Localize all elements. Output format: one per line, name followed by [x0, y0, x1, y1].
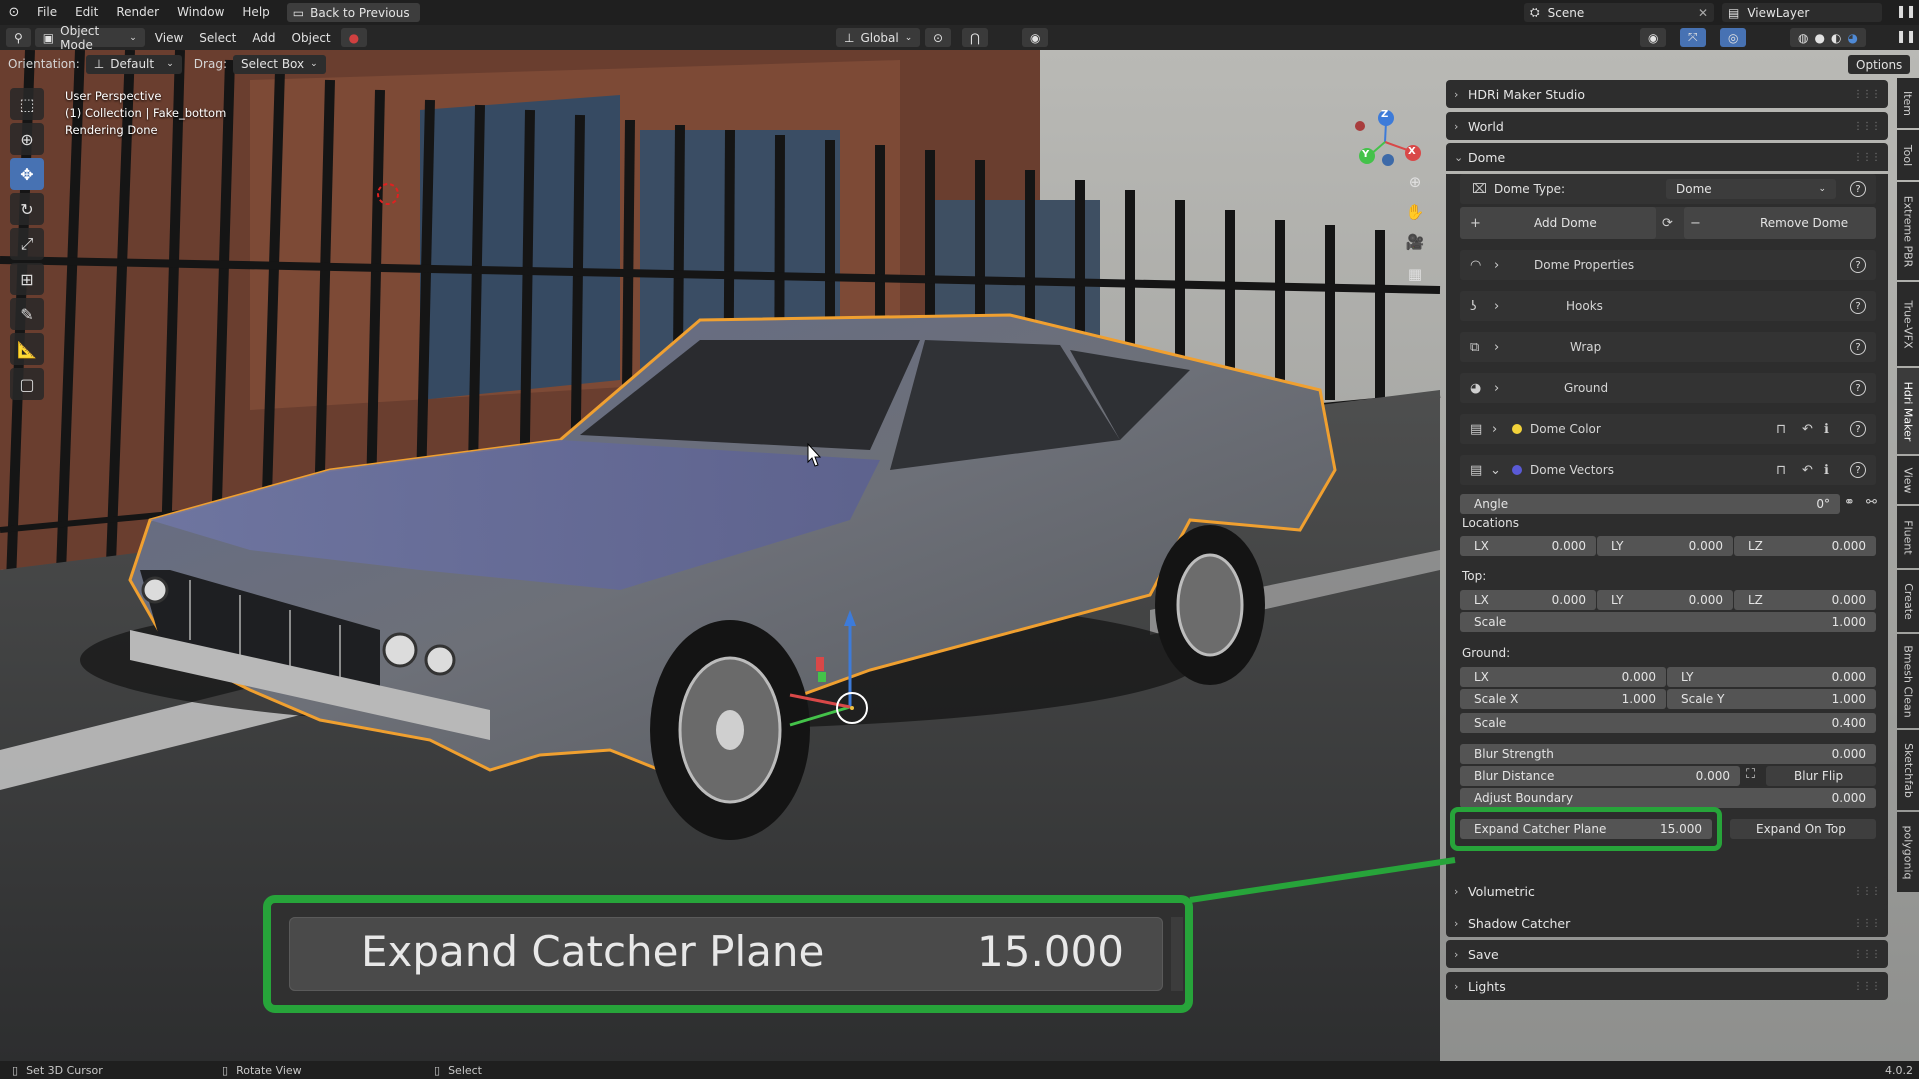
status-bar: ▯ Set 3D Cursor ▯ Rotate View ▯ Select 4… [0, 1061, 1919, 1079]
version-label: 4.0.2 [1885, 1063, 1913, 1077]
status-rotate-view: ▯ Rotate View [222, 1063, 302, 1077]
callout-label: Expand Catcher Plane [361, 927, 825, 976]
callout-value: 15.000 [977, 927, 1124, 976]
status-select: ▯ Select [434, 1063, 482, 1077]
mouse-middle-icon: ▯ [222, 1063, 229, 1077]
tab-polygoniq[interactable]: polygoniq [1897, 812, 1919, 892]
tab-sketchfab[interactable]: Sketchfab [1897, 730, 1919, 810]
callout-field: Expand Catcher Plane 15.000 [289, 917, 1163, 991]
tab-bmesh-clean[interactable]: Bmesh Clean [1897, 634, 1919, 728]
tab-create[interactable]: Create [1897, 570, 1919, 632]
mouse-right-icon: ▯ [434, 1063, 441, 1077]
tab-fluent[interactable]: Fluent [1897, 506, 1919, 568]
tab-extreme-pbr[interactable]: Extreme PBR [1897, 182, 1919, 280]
callout-edge [1171, 917, 1183, 991]
tab-true-vfx[interactable]: True-VFX [1897, 282, 1919, 366]
status-set-cursor: ▯ Set 3D Cursor [12, 1063, 103, 1077]
tab-tool[interactable]: Tool [1897, 130, 1919, 180]
tab-view[interactable]: View [1897, 456, 1919, 504]
zoom-callout: Expand Catcher Plane 15.000 [263, 895, 1193, 1013]
tab-item[interactable]: Item [1897, 78, 1919, 128]
tab-hdri-maker[interactable]: Hdri Maker [1897, 368, 1919, 454]
mouse-left-icon: ▯ [12, 1063, 19, 1077]
